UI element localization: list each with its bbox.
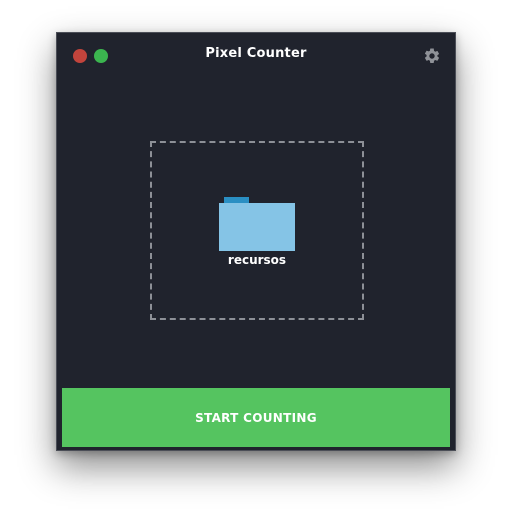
gear-icon xyxy=(424,48,440,63)
drop-zone[interactable]: recursos xyxy=(150,141,364,320)
window-title: Pixel Counter xyxy=(205,46,307,61)
settings-button[interactable] xyxy=(423,47,441,65)
folder-icon xyxy=(219,197,295,251)
start-counting-button[interactable]: START COUNTING xyxy=(62,388,450,447)
app-window: Pixel Counter recursos START COUNTING xyxy=(56,32,456,451)
folder-name-label: recursos xyxy=(227,253,287,267)
